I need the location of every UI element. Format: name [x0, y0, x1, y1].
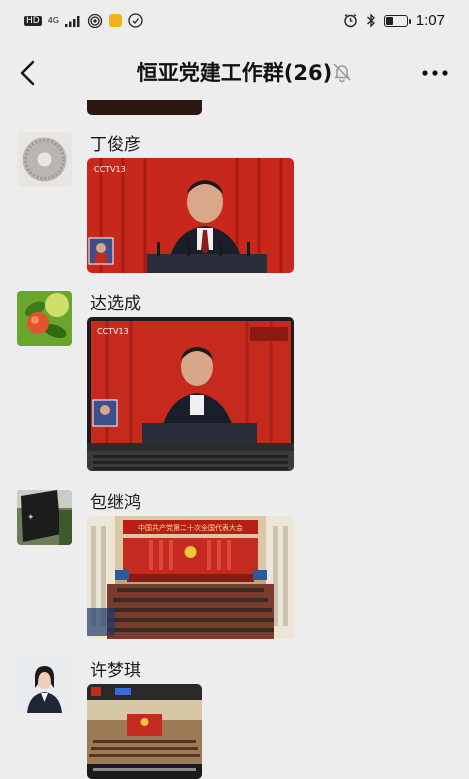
- battery-icon: [383, 14, 411, 27]
- svg-text:CCTV13: CCTV13: [94, 165, 126, 174]
- more-icon: [422, 70, 448, 76]
- chat-title: 恒亚党建工作群(26): [136, 61, 333, 85]
- avatar[interactable]: [17, 132, 72, 187]
- status-left: HD 4G: [24, 13, 143, 28]
- chat-header: 恒亚党建工作群(26): [0, 44, 469, 104]
- previous-image-bubble[interactable]: [87, 100, 202, 115]
- dark-sign-avatar-image: ✦: [17, 490, 72, 545]
- more-button[interactable]: [419, 58, 451, 88]
- bluetooth-icon: [366, 13, 375, 28]
- sender-name: 包继鸿: [90, 493, 141, 513]
- hall-video-photo: [87, 684, 202, 779]
- signal-bars-icon: [65, 15, 80, 27]
- svg-text:CCTV13: CCTV13: [97, 327, 129, 336]
- sender-name: 许梦琪: [90, 661, 141, 681]
- signal-label: 4G: [47, 16, 59, 25]
- battery-level: [385, 16, 393, 25]
- shield-app-icon: [128, 13, 143, 28]
- woman-portrait-avatar-image: [17, 658, 72, 713]
- peach-fruit-avatar-image: [17, 291, 72, 346]
- photo-banner-text: 中国共产党第二十次全国代表大会: [138, 523, 243, 532]
- notification-app-icon: [109, 14, 122, 27]
- congress-hall-photo: 中国共产党第二十次全国代表大会: [87, 516, 294, 639]
- image-message[interactable]: [87, 684, 202, 779]
- avatar[interactable]: ✦: [17, 490, 72, 545]
- status-time: 1:07: [415, 12, 445, 29]
- muted-bell-icon: [333, 63, 351, 83]
- avatar[interactable]: [17, 658, 72, 713]
- network-label: HD: [24, 15, 42, 26]
- image-message[interactable]: 中国共产党第二十次全国代表大会: [87, 516, 294, 639]
- status-bar: HD 4G 1:07: [0, 0, 469, 44]
- image-message[interactable]: CCTV13: [87, 158, 294, 273]
- cctv-speech-photo: CCTV13: [87, 158, 294, 273]
- status-right: 1:07: [343, 12, 445, 29]
- avatar[interactable]: [17, 291, 72, 346]
- laptop-broadcast-photo: CCTV13: [87, 317, 294, 471]
- image-message[interactable]: CCTV13: [87, 317, 294, 471]
- alarm-icon: [344, 13, 357, 28]
- svg-text:✦: ✦: [27, 513, 35, 523]
- stone-disc-avatar-image: [17, 132, 72, 187]
- hotspot-icon: [87, 13, 103, 28]
- sender-name: 达选成: [90, 294, 141, 314]
- sender-name: 丁俊彦: [90, 135, 141, 155]
